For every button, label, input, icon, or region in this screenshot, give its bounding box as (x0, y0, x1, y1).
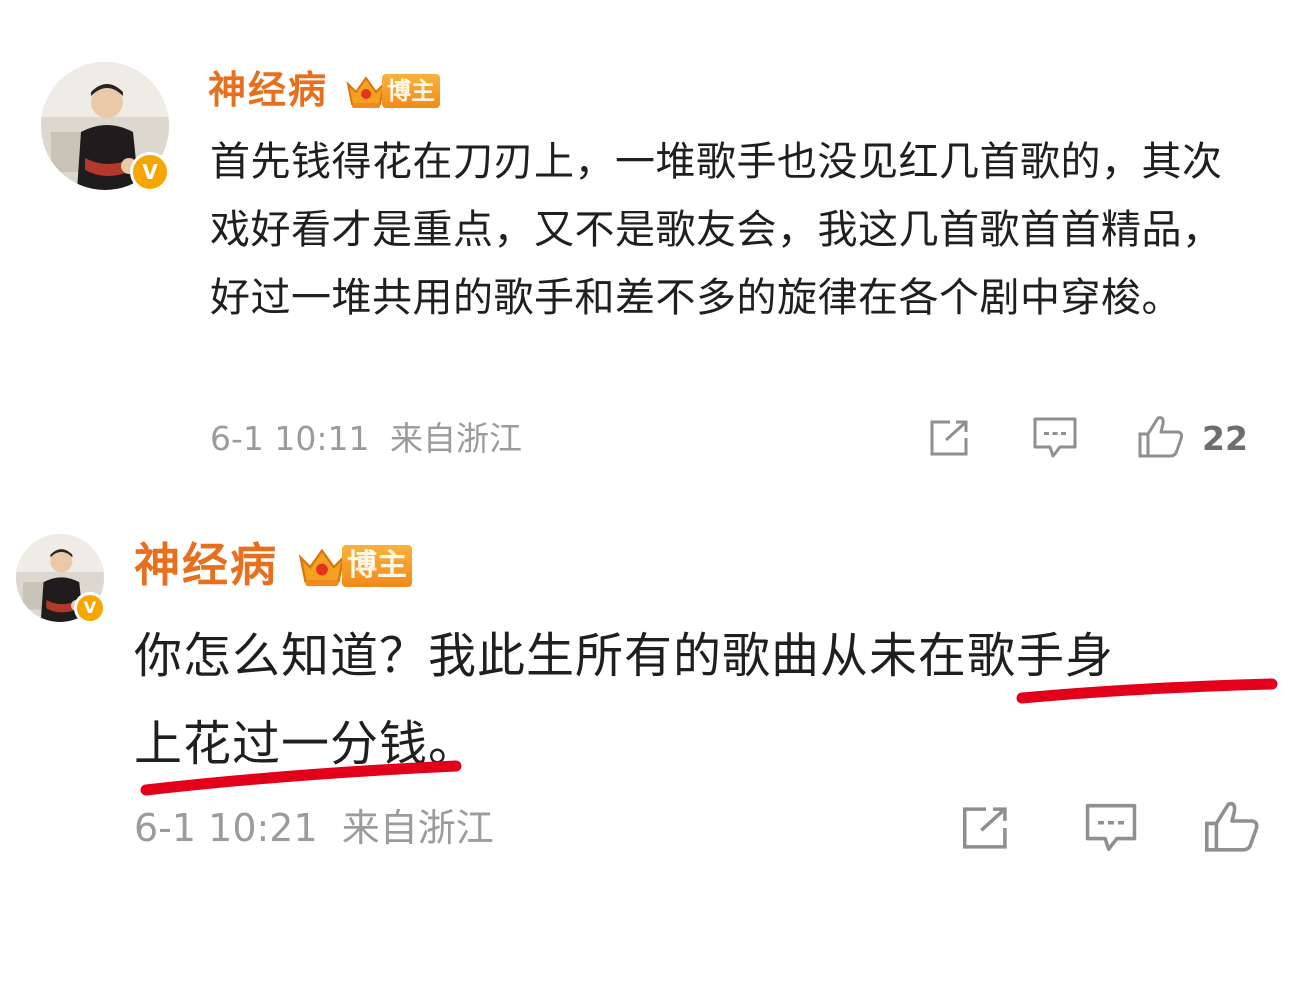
comment-time: 6-1 10:11 (210, 419, 370, 458)
like-icon[interactable] (1202, 799, 1262, 855)
comment-meta: 6-1 10:21 来自浙江 (134, 804, 494, 852)
share-icon[interactable] (960, 804, 1012, 852)
tag-label: 博主 (382, 74, 440, 108)
comment-item: V 神经病 博主 你怎么知道？我此生所有的歌曲从未在歌手身 上花过一分钱。 6-… (0, 495, 1290, 925)
comment-location: 来自浙江 (390, 419, 522, 458)
tag-label: 博主 (342, 545, 412, 587)
comment-icon[interactable] (1032, 416, 1078, 460)
comment-time: 6-1 10:21 (134, 806, 318, 850)
like-count: 22 (1202, 419, 1248, 458)
crown-icon (298, 548, 346, 587)
comment-text: 首先钱得花在刀刃上，一堆歌手也没见红几首歌的，其次戏好看才是重点，又不是歌友会，… (210, 139, 1223, 321)
highlight-underline (1016, 678, 1278, 704)
comment-icon[interactable] (1084, 802, 1138, 854)
blogger-tag: 博主 (344, 72, 440, 110)
comment-location: 来自浙江 (341, 806, 494, 850)
comment-meta: 6-1 10:11 来自浙江 (210, 418, 522, 460)
blogger-tag: 博主 (296, 543, 412, 589)
comment-item: V 神经病 博主 首先钱得花在刀刃上，一堆歌手也没见红几首歌的，其次戏好看才是重… (0, 0, 1290, 495)
username[interactable]: 神经病 (208, 68, 328, 112)
share-icon[interactable] (928, 418, 972, 458)
username[interactable]: 神经病 (134, 539, 278, 591)
highlight-underline (140, 760, 462, 796)
like-icon[interactable] (1136, 414, 1186, 460)
verified-icon: V (74, 592, 106, 624)
verified-icon: V (130, 152, 170, 192)
